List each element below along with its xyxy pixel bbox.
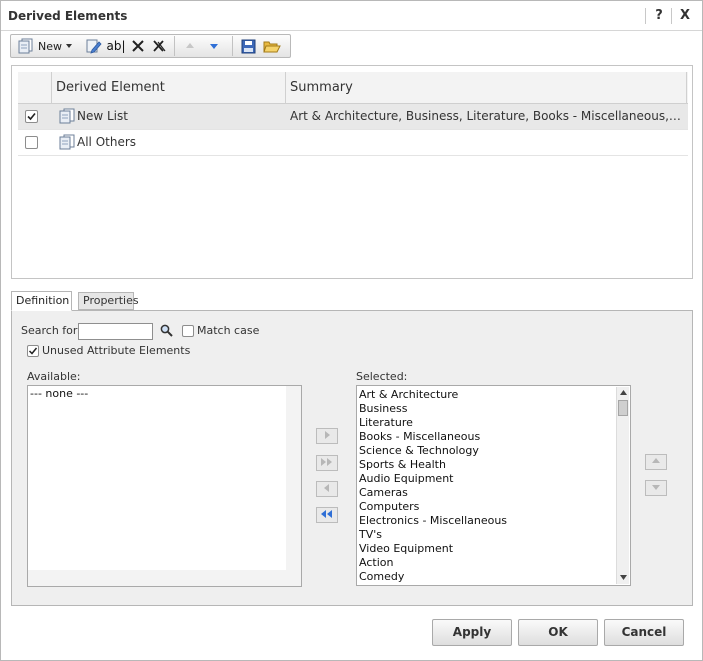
arrow-up-icon [185,42,195,50]
row-checkbox[interactable] [25,136,38,149]
remove-all-button[interactable] [316,507,338,523]
derived-elements-grid: Derived Element Summary New List Art & A… [11,65,693,279]
open-button[interactable] [262,37,282,55]
match-case-checkbox[interactable] [182,325,194,337]
search-input[interactable] [78,323,153,340]
help-button[interactable]: ? [649,7,669,25]
arrow-down-icon [651,482,661,495]
delete-all-icon [152,39,167,53]
toolbar-separator [174,36,175,56]
definition-panel: Search for: Match case Unused Attribute … [11,310,693,606]
list-item[interactable]: Books - Miscellaneous [357,430,630,444]
scroll-down-icon[interactable] [617,572,629,583]
apply-button[interactable]: Apply [432,619,512,646]
arrow-right-icon [322,430,332,443]
selected-move-up-button[interactable] [645,454,667,470]
available-list-vscroll[interactable] [286,386,301,570]
edit-element-icon [84,38,102,54]
rename-icon: ab| [106,39,126,53]
list-item[interactable]: Art & Architecture [357,388,630,402]
list-item[interactable]: Sports & Health [357,458,630,472]
list-item[interactable]: Business [357,402,630,416]
unused-elements-checkbox[interactable] [27,345,39,357]
title-separator [671,8,672,24]
row-checkbox[interactable] [25,110,38,123]
edit-button[interactable] [83,37,103,55]
save-icon [241,39,256,54]
arrow-up-icon [651,456,661,469]
move-down-button[interactable] [206,37,222,55]
list-item[interactable]: Electronics - Miscellaneous [357,514,630,528]
list-item[interactable]: Cameras [357,486,630,500]
dialog-title: Derived Elements [8,9,128,23]
tab-definition[interactable]: Definition [11,291,72,311]
list-item[interactable]: Action [357,556,630,570]
close-button[interactable]: X [675,7,695,25]
column-header-derived-element[interactable]: Derived Element [51,72,285,104]
table-row[interactable]: All Others [18,130,688,156]
open-folder-icon [263,39,281,54]
toolbar: New ab| [10,34,291,58]
available-label: Available: [27,370,81,383]
title-separator [645,8,646,24]
element-list-icon [58,108,76,127]
arrow-left-icon [322,483,332,496]
list-item[interactable]: Video Equipment [357,542,630,556]
new-dropdown-button[interactable]: New [17,37,79,55]
list-item[interactable]: TV's [357,528,630,542]
search-label: Search for: [21,324,81,337]
row-name: All Others [77,135,137,149]
available-list-hscroll[interactable] [28,570,301,586]
scroll-up-icon[interactable] [617,387,629,398]
add-selected-button[interactable] [316,428,338,444]
available-list[interactable]: --- none --- [27,385,302,587]
tab-properties[interactable]: Properties [78,292,139,310]
selected-list[interactable]: Art & Architecture Business Literature Book… [356,385,631,586]
remove-selected-button[interactable] [316,481,338,497]
save-button[interactable] [239,37,257,55]
match-case-label: Match case [197,324,260,337]
selected-move-down-button[interactable] [645,480,667,496]
derived-elements-dialog: Derived Elements ? X New ab| Derived Ele… [0,0,703,661]
select-column-header [18,72,51,104]
grid-header: Derived Element Summary [18,72,688,104]
delete-all-button[interactable] [150,37,168,55]
double-arrow-left-icon [319,509,335,522]
list-item[interactable]: Literature [357,416,630,430]
list-item[interactable]: --- none --- [28,387,286,401]
list-item[interactable]: Audio Equipment [357,472,630,486]
rename-button[interactable]: ab| [106,37,126,55]
row-name: New List [77,109,128,123]
search-icon[interactable] [160,324,173,340]
column-header-summary[interactable]: Summary [285,72,687,104]
title-bar: Derived Elements ? X [1,1,702,31]
selected-list-scrollbar[interactable] [616,387,629,584]
unused-elements-label: Unused Attribute Elements [42,344,191,357]
list-item[interactable]: Computers [357,500,630,514]
scroll-thumb[interactable] [618,400,628,416]
selected-label: Selected: [356,370,408,383]
delete-icon [131,39,145,53]
double-arrow-right-icon [320,457,334,470]
element-list-icon [58,134,76,153]
list-item[interactable]: Comedy [357,570,630,584]
table-row[interactable]: New List Art & Architecture, Business, L… [18,104,688,130]
delete-button[interactable] [129,37,147,55]
toolbar-separator [232,36,233,56]
list-item[interactable]: Science & Technology [357,444,630,458]
selected-items: Art & Architecture Business Literature Book… [357,388,630,584]
new-document-icon [17,38,35,54]
available-list-body: --- none --- [28,386,286,570]
new-label: New [38,39,62,53]
ok-button[interactable]: OK [518,619,598,646]
cancel-button[interactable]: Cancel [604,619,684,646]
row-summary: Art & Architecture, Business, Literature… [290,109,682,123]
move-up-button[interactable] [182,37,198,55]
add-all-button[interactable] [316,455,338,471]
arrow-down-icon [209,42,219,50]
chevron-down-icon [66,44,72,48]
